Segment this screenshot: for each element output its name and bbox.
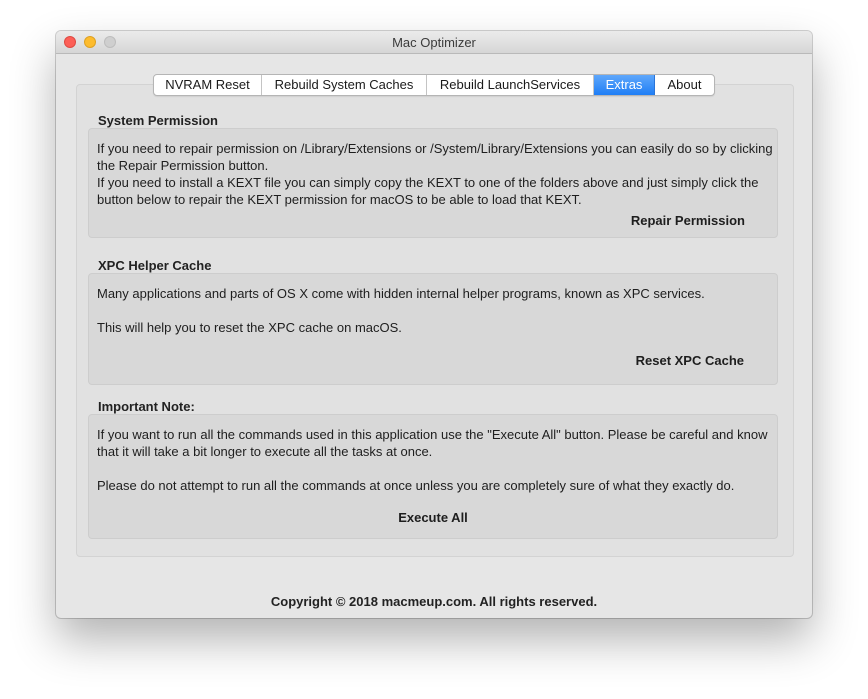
important-note-text-1: If you want to run all the commands used… [97,427,768,459]
xpc-helper-cache-box: Many applications and parts of OS X come… [88,273,778,385]
app-window: Mac Optimizer NVRAM Reset Rebuild System… [56,31,812,618]
tab-nvram-reset[interactable]: NVRAM Reset [154,75,262,95]
important-note-text-2: Please do not attempt to run all the com… [97,478,735,493]
xpc-helper-cache-text-2: This will help you to reset the XPC cach… [97,320,402,335]
system-permission-box: If you need to repair permission on /Lib… [88,128,778,238]
execute-all-button[interactable]: Execute All [89,510,777,525]
copyright-text: Copyright © 2018 macmeup.com. All rights… [270,594,598,609]
xpc-helper-cache-heading: XPC Helper Cache [98,258,212,273]
window-title: Mac Optimizer [392,35,476,50]
tab-rebuild-launchservices[interactable]: Rebuild LaunchServices [427,75,594,95]
xpc-helper-cache-text-1: Many applications and parts of OS X come… [97,286,705,301]
reset-xpc-cache-button[interactable]: Reset XPC Cache [636,353,744,368]
tab-extras[interactable]: Extras [594,75,655,95]
title-bar[interactable]: Mac Optimizer [56,31,812,54]
system-permission-heading: System Permission [98,113,218,128]
important-note-box: If you want to run all the commands used… [88,414,778,539]
system-permission-text-2: If you need to install a KEXT file you c… [97,175,759,207]
tab-rebuild-system-caches[interactable]: Rebuild System Caches [262,75,427,95]
tab-about[interactable]: About [655,75,714,95]
important-note-heading: Important Note: [98,399,195,414]
tab-bar: NVRAM Reset Rebuild System Caches Rebuil… [153,74,715,96]
repair-permission-button[interactable]: Repair Permission [631,213,745,228]
system-permission-text-1: If you need to repair permission on /Lib… [97,141,773,173]
